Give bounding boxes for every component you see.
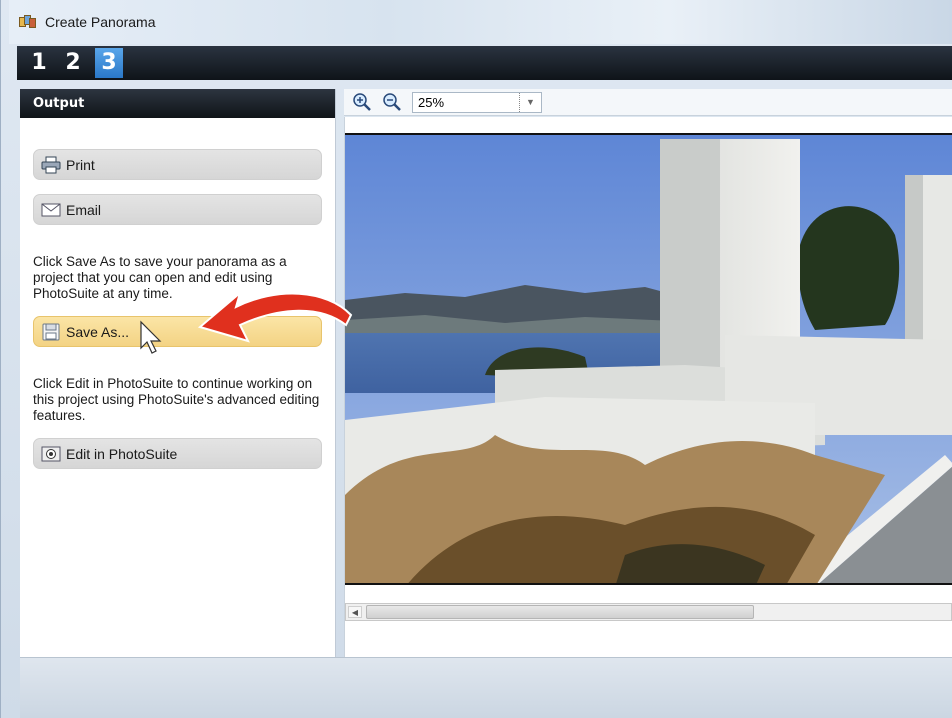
save-description: Click Save As to save your panorama as a… — [33, 254, 287, 301]
panorama-image — [345, 133, 952, 585]
dropdown-arrow-icon[interactable]: ▼ — [519, 92, 541, 112]
title-bar: Create Panorama — [9, 0, 952, 44]
photosuite-icon — [40, 444, 62, 464]
preview-toolbar: 25% ▼ — [344, 89, 952, 116]
step-3[interactable]: 3 — [95, 48, 123, 78]
zoom-out-icon[interactable] — [382, 92, 402, 112]
save-as-label: Save As... — [66, 323, 130, 340]
mouse-cursor-icon — [140, 320, 162, 354]
save-as-button[interactable]: Save As... — [33, 316, 322, 347]
step-2[interactable]: 2 — [61, 48, 85, 78]
envelope-icon — [40, 200, 62, 220]
steps-bar: 1 2 3 — [17, 46, 952, 80]
horizontal-scrollbar[interactable]: ◀ — [345, 603, 952, 621]
step-1[interactable]: 1 — [27, 48, 51, 78]
email-label: Email — [66, 201, 102, 218]
print-label: Print — [66, 156, 95, 173]
bottom-bar — [20, 657, 952, 718]
output-panel: Output Print Email Click Save As to save… — [20, 89, 336, 657]
print-button[interactable]: Print — [33, 149, 322, 180]
scroll-left-icon[interactable]: ◀ — [348, 606, 362, 618]
scroll-thumb[interactable] — [366, 605, 754, 619]
edit-in-photosuite-button[interactable]: Edit in PhotoSuite — [33, 438, 322, 469]
window-title: Create Panorama — [45, 14, 156, 30]
edit-label: Edit in PhotoSuite — [66, 445, 178, 462]
panorama-preview-area: ◀ — [344, 117, 952, 657]
printer-icon — [40, 155, 62, 175]
zoom-value: 25% — [418, 94, 445, 110]
edit-description: Click Edit in PhotoSuite to continue wor… — [33, 376, 320, 423]
panorama-app-icon — [19, 15, 37, 29]
email-button[interactable]: Email — [33, 194, 322, 225]
output-header: Output — [20, 89, 335, 118]
app-window: Create Panorama 1 2 3 Output Print Email… — [0, 0, 952, 718]
zoom-select[interactable]: 25% ▼ — [412, 91, 542, 113]
save-icon — [40, 322, 62, 342]
zoom-in-icon[interactable] — [352, 92, 372, 112]
